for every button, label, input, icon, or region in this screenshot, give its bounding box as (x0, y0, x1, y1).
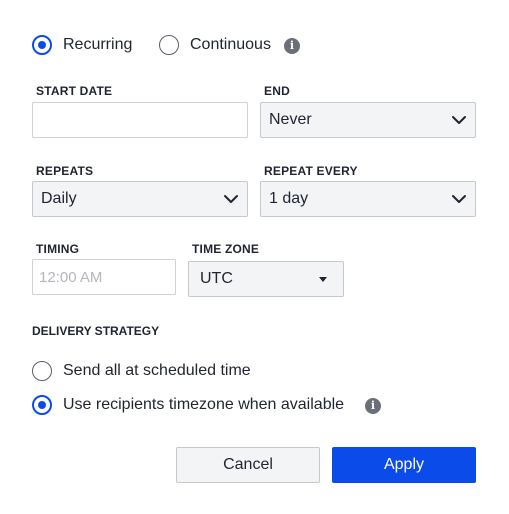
chevron-down-icon (452, 195, 466, 203)
repeat-every-select[interactable]: 1 day (260, 181, 476, 217)
time-zone-select-value: UTC (200, 270, 233, 287)
recipient-timezone-radio[interactable] (32, 395, 52, 415)
repeats-select[interactable]: Daily (32, 181, 248, 217)
chevron-down-icon (224, 195, 238, 203)
caret-down-icon (319, 276, 327, 282)
recipient-timezone-info-icon[interactable]: i (365, 398, 381, 414)
start-date-label: START DATE (36, 84, 113, 98)
continuous-info-icon[interactable]: i (284, 38, 300, 54)
recurring-label[interactable]: Recurring (63, 35, 132, 55)
send-all-label[interactable]: Send all at scheduled time (63, 361, 251, 381)
end-select[interactable]: Never (260, 102, 476, 138)
continuous-label[interactable]: Continuous (190, 35, 271, 55)
time-zone-label: TIME ZONE (192, 242, 260, 256)
cancel-button[interactable]: Cancel (176, 447, 320, 483)
recurring-radio[interactable] (32, 35, 52, 55)
repeats-label: REPEATS (36, 164, 94, 178)
timing-input[interactable]: 12:00 AM (32, 259, 176, 295)
continuous-radio[interactable] (159, 35, 179, 55)
chevron-down-icon (452, 116, 466, 124)
end-select-value: Never (269, 111, 312, 128)
send-all-radio[interactable] (32, 361, 52, 381)
delivery-strategy-label: DELIVERY STRATEGY (32, 324, 160, 338)
timing-label: TIMING (36, 242, 80, 256)
repeat-every-select-value: 1 day (269, 190, 309, 207)
apply-button[interactable]: Apply (332, 447, 476, 483)
repeat-every-label: REPEAT EVERY (264, 164, 358, 178)
start-date-input[interactable] (32, 102, 248, 138)
time-zone-select[interactable]: UTC (188, 261, 344, 297)
end-label: END (264, 84, 290, 98)
recipient-timezone-label[interactable]: Use recipients timezone when available (63, 395, 344, 415)
repeats-select-value: Daily (41, 190, 77, 207)
